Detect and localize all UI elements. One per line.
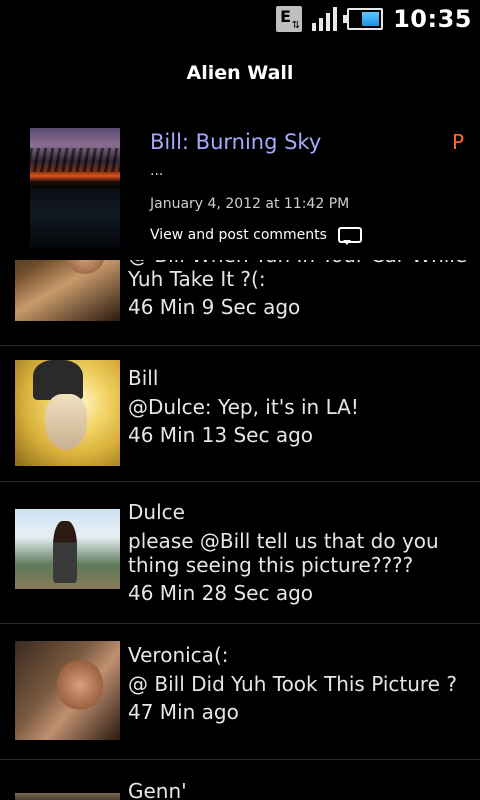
comment-time: 47 Min ago bbox=[128, 700, 239, 724]
comment-text: Dulce please @Bill tell us that do you t… bbox=[128, 500, 473, 605]
signal-strength-icon bbox=[312, 7, 338, 31]
post-description: ... bbox=[150, 163, 164, 179]
post-flag[interactable]: P bbox=[452, 130, 464, 154]
status-icons: E ⇅ 10:35 bbox=[276, 4, 472, 34]
comment-time: 46 Min 13 Sec ago bbox=[128, 423, 313, 447]
data-arrows-icon: ⇅ bbox=[291, 20, 301, 31]
comment-body: please @Bill tell us that do you thing s… bbox=[128, 529, 439, 577]
comment-text: Genn' bbox=[128, 779, 473, 800]
network-badge: E bbox=[280, 7, 292, 26]
comment-body: @ Bill Did Yuh Took This Picture ? bbox=[128, 672, 457, 696]
status-bar: E ⇅ 10:35 bbox=[0, 0, 480, 38]
post-title[interactable]: Bill: Burning Sky bbox=[150, 130, 321, 154]
battery-icon bbox=[343, 8, 384, 30]
comment-time: 46 Min 28 Sec ago bbox=[128, 581, 313, 605]
commenter-name[interactable]: Dulce bbox=[128, 500, 473, 524]
commenter-avatar[interactable] bbox=[15, 793, 120, 800]
comment-list[interactable]: @ Bill When Yuh In Your Car While Yuh Ta… bbox=[0, 240, 480, 800]
commenter-name[interactable]: Bill bbox=[128, 366, 473, 390]
comment-bubble-icon[interactable] bbox=[337, 225, 362, 245]
comment-time: 46 Min 9 Sec ago bbox=[128, 295, 301, 319]
battery-fill bbox=[362, 12, 380, 26]
commenter-avatar[interactable] bbox=[15, 360, 120, 466]
comment-item[interactable]: Veronica(: @ Bill Did Yuh Took This Pict… bbox=[0, 624, 480, 760]
page-title: Alien Wall bbox=[186, 62, 294, 84]
comment-item[interactable]: Genn' bbox=[0, 760, 480, 800]
view-comments-link[interactable]: View and post comments bbox=[150, 225, 362, 245]
post-header: Bill: Burning Sky P ... January 4, 2012 … bbox=[0, 120, 480, 260]
comment-body: @Dulce: Yep, it's in LA! bbox=[128, 395, 359, 419]
commenter-name[interactable]: Genn' bbox=[128, 779, 473, 800]
view-comments-label[interactable]: View and post comments bbox=[150, 227, 327, 243]
commenter-avatar[interactable] bbox=[15, 509, 120, 589]
commenter-avatar[interactable] bbox=[15, 641, 120, 740]
edge-network-icon: E ⇅ bbox=[276, 6, 303, 32]
comment-item[interactable]: Bill @Dulce: Yep, it's in LA! 46 Min 13 … bbox=[0, 346, 480, 482]
photo-reflection bbox=[30, 188, 120, 248]
post-thumbnail[interactable] bbox=[30, 128, 120, 248]
clock: 10:35 bbox=[393, 5, 472, 33]
post-date: January 4, 2012 at 11:42 PM bbox=[150, 196, 350, 212]
comment-item[interactable]: Dulce please @Bill tell us that do you t… bbox=[0, 482, 480, 624]
sky-photo bbox=[30, 128, 120, 188]
comment-text: Bill @Dulce: Yep, it's in LA! 46 Min 13 … bbox=[128, 366, 473, 447]
commenter-name[interactable]: Veronica(: bbox=[128, 643, 473, 667]
comment-text: Veronica(: @ Bill Did Yuh Took This Pict… bbox=[128, 643, 473, 724]
